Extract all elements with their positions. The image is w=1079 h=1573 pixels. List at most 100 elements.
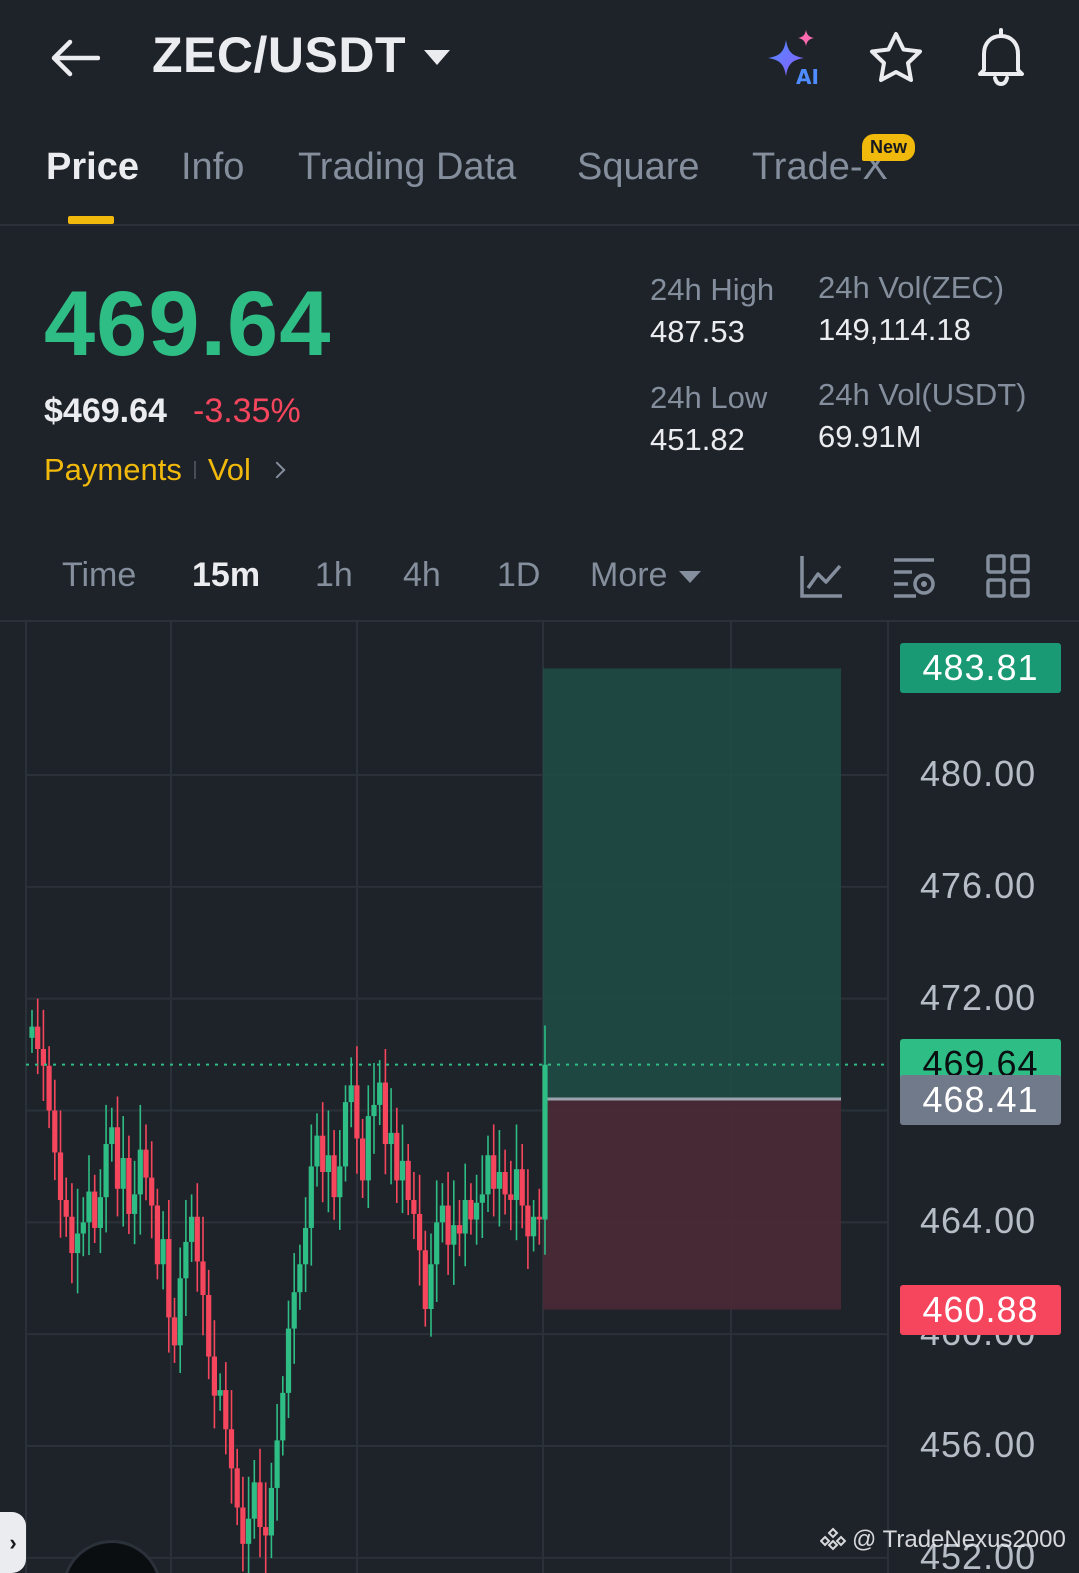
- candle-bearish: [257, 1482, 263, 1528]
- axis-tick-label: 456.00: [920, 1424, 1037, 1465]
- candle-bullish: [291, 1292, 297, 1329]
- tag-vol[interactable]: Vol: [208, 452, 251, 488]
- candle-bullish: [428, 1264, 434, 1310]
- candle-bearish: [405, 1160, 411, 1200]
- price-chart[interactable]: 480.00476.00472.00468.00464.00460.00456.…: [0, 622, 1079, 1573]
- candle-bearish: [46, 1065, 52, 1111]
- candle-bearish: [456, 1225, 463, 1234]
- candle-bullish: [183, 1241, 189, 1279]
- vol-quote-value: 69.91M: [818, 419, 922, 454]
- interval-time[interactable]: Time: [62, 556, 136, 595]
- candle-bearish: [445, 1205, 451, 1245]
- candle-bearish: [35, 1026, 41, 1049]
- candle-bearish: [171, 1317, 178, 1346]
- candle-bullish: [314, 1135, 320, 1167]
- axis-tick-label: 464.00: [920, 1200, 1037, 1242]
- candle-bearish: [508, 1194, 514, 1200]
- candle-bullish: [371, 1104, 377, 1117]
- candle-bullish: [103, 1144, 109, 1198]
- interval-1h[interactable]: 1h: [315, 556, 353, 595]
- candle-bullish: [75, 1233, 81, 1254]
- vol-base-label: 24h Vol(ZEC): [818, 270, 1005, 305]
- chevron-down-icon: [424, 49, 450, 65]
- candle-bearish: [240, 1507, 246, 1544]
- candle-bullish: [285, 1328, 292, 1393]
- interval-15m[interactable]: 15m: [192, 556, 260, 595]
- candle-bullish: [120, 1158, 126, 1189]
- bell-icon[interactable]: [970, 26, 1032, 88]
- tag-row[interactable]: Payments Vol: [44, 452, 286, 488]
- candle-bullish: [542, 1064, 548, 1220]
- candle-bullish: [348, 1085, 354, 1103]
- watermark-handle: @ TradeNexus2000: [852, 1526, 1066, 1553]
- tab-price[interactable]: Price: [46, 146, 139, 189]
- candle-bullish: [342, 1102, 349, 1167]
- interval-4h[interactable]: 4h: [403, 556, 441, 595]
- usd-price: $469.64: [44, 392, 167, 430]
- entry-price-tag[interactable]: 468.41: [900, 1075, 1061, 1126]
- candle-bearish: [422, 1250, 428, 1310]
- low-label: 24h Low: [650, 380, 768, 415]
- candle-bullish: [474, 1202, 480, 1220]
- candle-bullish: [479, 1194, 485, 1203]
- candle-bullish: [496, 1172, 502, 1189]
- candle-bullish: [132, 1194, 138, 1214]
- take-profit-tag[interactable]: 483.81: [900, 643, 1061, 694]
- stop-loss-tag[interactable]: 460.88: [900, 1284, 1061, 1335]
- tab-square[interactable]: Square: [577, 146, 700, 189]
- chevron-right-icon: ›: [9, 1529, 17, 1555]
- candle-bullish: [274, 1440, 280, 1488]
- vol-base-value: 149,114.18: [818, 312, 971, 347]
- ai-sparkle-icon[interactable]: AI: [760, 26, 826, 90]
- tab-trading-data[interactable]: Trading Data: [298, 146, 516, 189]
- tag-payments[interactable]: Payments: [44, 452, 182, 488]
- candle-bearish: [92, 1191, 98, 1228]
- chevron-down-icon: [679, 571, 702, 584]
- chevron-right-icon: [268, 461, 286, 479]
- tag-divider: [193, 461, 196, 479]
- back-arrow-icon[interactable]: [44, 30, 104, 86]
- candle-bullish: [97, 1197, 103, 1228]
- stop-loss-zone: [543, 1099, 841, 1310]
- vol-quote-label: 24h Vol(USDT): [818, 377, 1027, 412]
- candle-bullish: [297, 1264, 303, 1293]
- interval-1d[interactable]: 1D: [497, 556, 540, 595]
- candle-bearish: [166, 1239, 172, 1318]
- candle-bullish: [109, 1127, 115, 1145]
- tab-info[interactable]: Info: [181, 146, 244, 189]
- candle-bearish: [360, 1138, 366, 1181]
- candle-bullish: [451, 1225, 457, 1245]
- pair-title: ZEC/USDT: [152, 27, 406, 83]
- candle-bullish: [513, 1169, 520, 1200]
- candle-bearish: [536, 1216, 542, 1220]
- candle-bullish: [325, 1155, 331, 1173]
- binance-logo-icon: [820, 1527, 846, 1551]
- candle-bearish: [211, 1356, 217, 1396]
- candle-bullish: [303, 1227, 309, 1265]
- side-drawer-handle[interactable]: ›: [0, 1512, 26, 1573]
- candle-bearish: [194, 1216, 200, 1262]
- star-icon[interactable]: [866, 30, 926, 86]
- candle-bearish: [223, 1390, 229, 1430]
- pair-selector[interactable]: ZEC/USDT: [152, 26, 450, 84]
- top-bar: ZEC/USDT AI: [0, 0, 1079, 118]
- candle-bearish: [154, 1205, 160, 1265]
- candle-bullish: [268, 1487, 274, 1536]
- candle-bearish: [52, 1110, 58, 1153]
- candle-bearish: [200, 1261, 206, 1296]
- axis-tick-label: 472.00: [920, 976, 1037, 1018]
- candle-bearish: [411, 1199, 417, 1214]
- layout-grid-icon[interactable]: [984, 552, 1032, 600]
- interval-more[interactable]: More: [590, 556, 702, 595]
- main-tabs: Price Info Trading Data Square Trade-X: [0, 118, 1079, 226]
- axis-tick-label: 476.00: [920, 864, 1037, 906]
- candle-bearish: [149, 1177, 155, 1206]
- chart-settings-icon[interactable]: [890, 552, 938, 600]
- candle-bearish: [63, 1199, 69, 1217]
- candle-bullish: [531, 1216, 537, 1237]
- candle-bullish: [399, 1160, 406, 1181]
- indicator-chart-icon[interactable]: [798, 552, 846, 600]
- candle-bullish: [485, 1155, 491, 1195]
- candle-bullish: [80, 1222, 86, 1234]
- candle-bearish: [519, 1169, 525, 1206]
